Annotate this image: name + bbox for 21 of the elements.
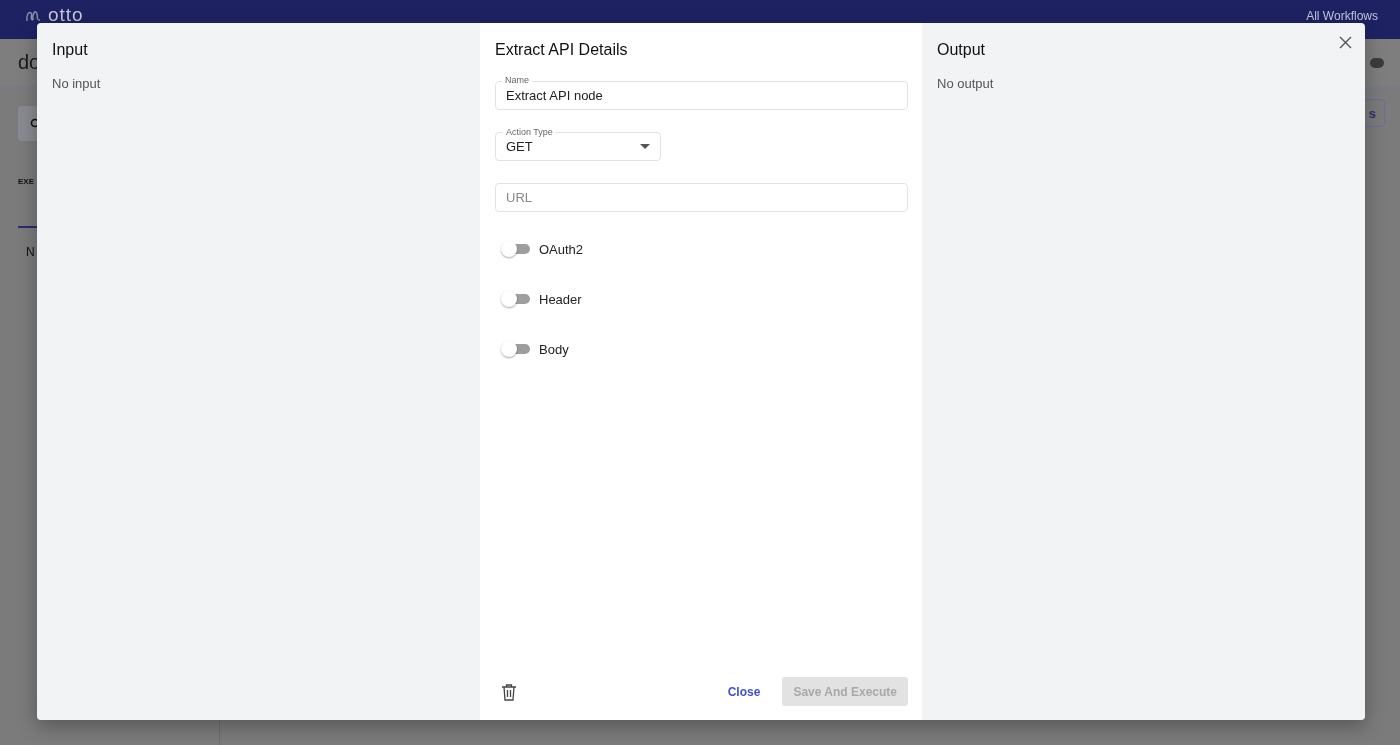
close-button[interactable]: Close [713,678,775,705]
close-icon[interactable] [1339,36,1352,49]
panel-title: Output [937,41,986,59]
empty-message: No output [937,76,995,91]
section-label: EXE [18,177,34,186]
toggle-label: OAuth2 [539,241,584,257]
panel-title: Extract API Details [495,41,628,59]
logo-text[interactable]: otto [48,5,84,24]
toggle-switch[interactable] [501,291,530,307]
list-text: N [26,245,35,259]
input-field[interactable]: URL [495,183,908,212]
toggle-switch[interactable] [501,341,530,357]
toggle-label: Body [539,341,569,357]
nav-link[interactable]: All Workflows [1306,8,1378,23]
panel-title: Input [52,41,88,59]
trash-icon [501,682,517,701]
empty-message: No input [52,76,102,91]
toggle-switch[interactable] [501,241,530,257]
caret-icon [640,144,650,149]
toggle-switch[interactable] [1370,57,1384,68]
toggle-label: Header [539,291,582,307]
